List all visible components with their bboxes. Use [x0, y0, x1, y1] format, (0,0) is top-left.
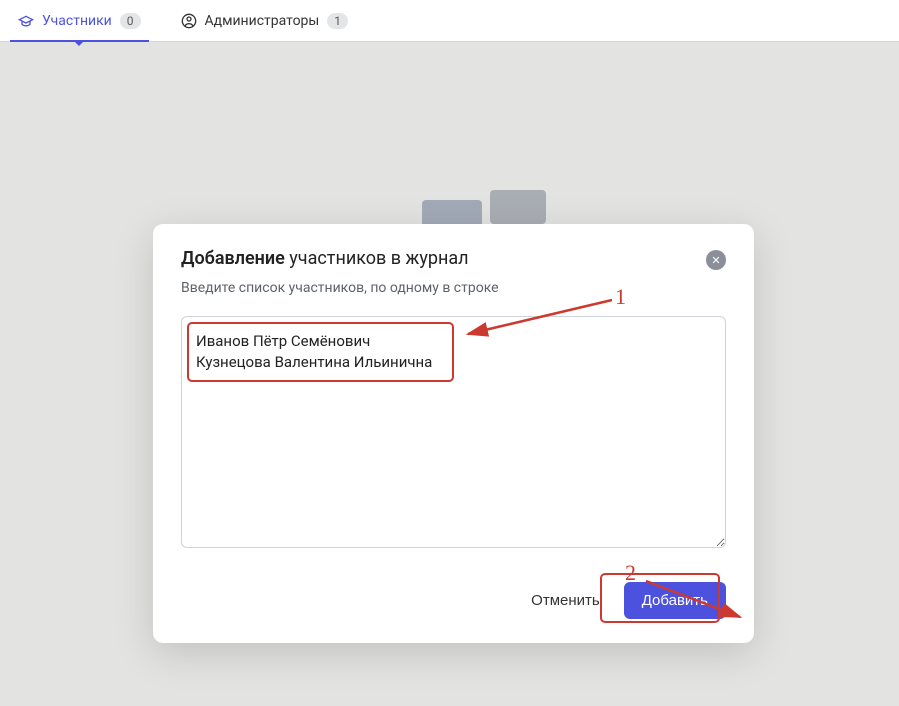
cancel-button[interactable]: Отменить	[527, 584, 604, 617]
submit-button[interactable]: Добавить	[624, 582, 726, 619]
tab-participants-count: 0	[120, 13, 141, 29]
tab-admins-count: 1	[327, 13, 348, 29]
graduation-cap-icon	[18, 13, 34, 29]
textarea-wrap	[181, 316, 726, 552]
modal-title-bold: Добавление	[181, 248, 285, 269]
add-participants-modal: Добавление участников в журнал ✕ Введите…	[153, 224, 754, 643]
modal-title: Добавление участников в журнал	[181, 248, 469, 269]
tabs-bar: Участники 0 Администраторы 1	[0, 0, 899, 42]
tab-participants[interactable]: Участники 0	[10, 0, 149, 41]
modal-subtitle: Введите список участников, по одному в с…	[181, 280, 726, 296]
modal-title-rest: участников в журнал	[285, 248, 469, 269]
tab-participants-label: Участники	[42, 13, 112, 29]
tab-admins-label: Администраторы	[205, 13, 320, 29]
tab-admins[interactable]: Администраторы 1	[173, 0, 357, 41]
participants-textarea[interactable]	[181, 316, 726, 548]
modal-footer: Отменить Добавить	[181, 582, 726, 619]
close-icon[interactable]: ✕	[706, 250, 726, 270]
modal-header: Добавление участников в журнал ✕	[181, 248, 726, 270]
user-circle-icon	[181, 13, 197, 29]
